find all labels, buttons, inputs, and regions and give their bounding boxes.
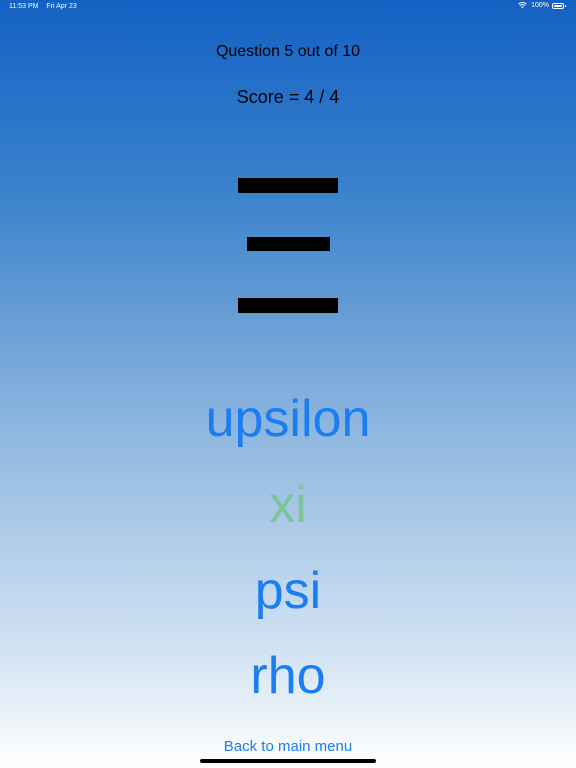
back-to-main-menu-link[interactable]: Back to main menu — [0, 738, 576, 755]
answer-choice-xi[interactable]: xi — [0, 475, 576, 535]
glyph-middle-bar — [247, 237, 330, 251]
home-indicator[interactable] — [200, 759, 376, 763]
answer-choice-psi[interactable]: psi — [0, 561, 576, 621]
answer-choice-rho[interactable]: rho — [0, 646, 576, 706]
glyph-bottom-bar — [238, 298, 338, 313]
answer-choice-upsilon[interactable]: upsilon — [0, 389, 576, 449]
glyph-top-bar — [238, 178, 338, 193]
